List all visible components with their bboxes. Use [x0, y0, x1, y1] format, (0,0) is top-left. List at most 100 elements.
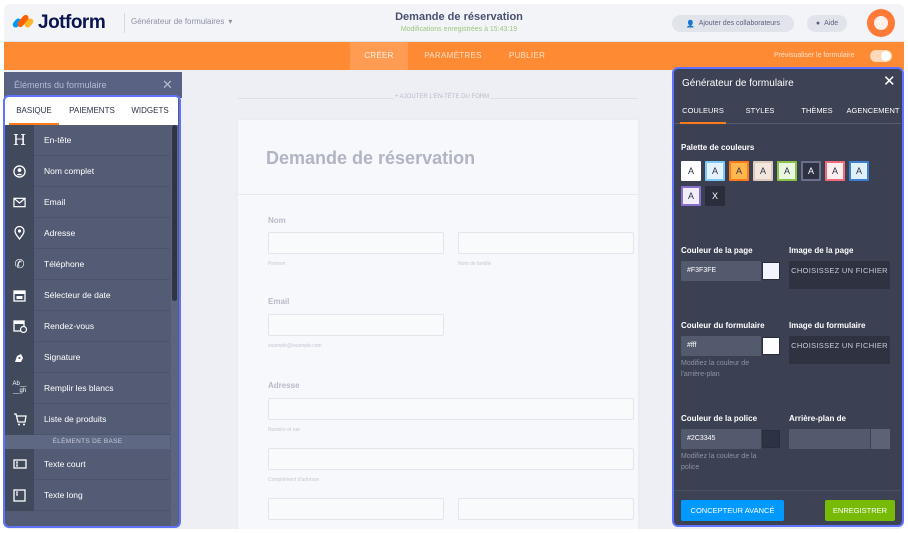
- element-full-name[interactable]: Nom complet: [5, 155, 170, 187]
- user-icon: 👤: [685, 20, 695, 28]
- city-input[interactable]: [268, 498, 444, 520]
- street-input[interactable]: [268, 398, 634, 420]
- tab-publish[interactable]: PUBLIER: [498, 42, 556, 70]
- builder-nav: CRÉER PARAMÈTRES PUBLIER Prévisualiser l…: [4, 42, 904, 70]
- element-label: Adresse: [44, 228, 76, 238]
- tab-create[interactable]: CRÉER: [350, 42, 408, 70]
- tab-payments[interactable]: PAIEMENTS: [65, 97, 119, 125]
- element-label: Texte court: [44, 459, 86, 469]
- breadcrumb[interactable]: Générateur de formulaires ▾: [131, 17, 232, 26]
- tab-basic[interactable]: BASIQUE: [9, 97, 59, 125]
- element-address[interactable]: Adresse: [5, 217, 170, 249]
- background-label: Arrière-plan de: [789, 414, 846, 423]
- avatar[interactable]: [867, 9, 895, 37]
- select-arrow[interactable]: [870, 429, 890, 449]
- map-pin-icon: [5, 217, 34, 249]
- first-name-sublabel: Prénom: [268, 261, 286, 267]
- background-select[interactable]: [789, 429, 890, 449]
- jotform-logo[interactable]: Jotform: [11, 12, 106, 34]
- breadcrumb-label: Générateur de formulaires: [131, 17, 225, 26]
- colors-settings: Palette de couleurs AAAAAAAAAX Couleur d…: [674, 125, 901, 490]
- form-color-label: Couleur du formulaire: [681, 321, 765, 330]
- close-icon[interactable]: ✕: [883, 72, 896, 90]
- palette-swatch[interactable]: A: [801, 161, 821, 181]
- palette-swatch[interactable]: A: [729, 161, 749, 181]
- calendar-icon: [5, 279, 34, 311]
- element-label: Téléphone: [44, 259, 85, 269]
- street-sublabel: Numéro et rue: [268, 427, 300, 433]
- form-color-swatch[interactable]: [762, 337, 780, 355]
- add-collaborators-label: Ajouter des collaborateurs: [698, 20, 781, 27]
- form-elements-panel: BASIQUE PAIEMENTS WIDGETS H En-tête Nom …: [3, 95, 181, 528]
- street2-input[interactable]: [268, 448, 634, 470]
- element-email[interactable]: Email: [5, 186, 170, 218]
- element-label: Nom complet: [44, 166, 95, 176]
- state-input[interactable]: [458, 498, 634, 520]
- element-label: Sélecteur de date: [44, 290, 111, 300]
- palette-swatch[interactable]: A: [705, 161, 725, 181]
- add-collaborators-button[interactable]: 👤 Ajouter des collaborateurs: [672, 15, 794, 32]
- form-elements-tabs: BASIQUE PAIEMENTS WIDGETS: [5, 97, 178, 125]
- font-color-swatch[interactable]: [762, 430, 780, 448]
- element-label: Texte long: [44, 490, 83, 500]
- element-label: En-tête: [44, 135, 72, 145]
- tab-settings[interactable]: PARAMÈTRES: [414, 42, 492, 70]
- palette-swatch[interactable]: A: [825, 161, 845, 181]
- save-button[interactable]: ENREGISTRER: [825, 500, 895, 521]
- last-name-input[interactable]: [458, 232, 634, 254]
- toggle-knob: [881, 51, 891, 61]
- element-heading[interactable]: H En-tête: [5, 124, 170, 156]
- palette-swatch[interactable]: A: [681, 161, 701, 181]
- preview-toggle[interactable]: [870, 50, 892, 62]
- divider: [238, 194, 638, 195]
- form-card: Demande de réservation Nom Prénom Nom de…: [238, 120, 638, 529]
- form-title[interactable]: Demande de réservation: [359, 11, 559, 23]
- email-label: Email: [268, 297, 290, 306]
- element-phone[interactable]: ✆ Téléphone: [5, 248, 170, 280]
- tab-colors[interactable]: COULEURS: [680, 97, 726, 124]
- element-appointment[interactable]: Rendez-vous: [5, 310, 170, 342]
- tab-widgets[interactable]: WIDGETS: [125, 97, 175, 125]
- tab-styles[interactable]: STYLES: [740, 97, 780, 124]
- page-color-input[interactable]: #F3F3FE: [681, 261, 761, 281]
- palette-swatch[interactable]: X: [705, 186, 725, 206]
- element-product-list[interactable]: Liste de produits: [5, 403, 170, 435]
- element-label: Email: [44, 197, 66, 207]
- element-short-text[interactable]: Texte court: [5, 448, 170, 480]
- add-form-header-link[interactable]: + AJOUTER L'EN-TÊTE DU FORM: [394, 94, 490, 100]
- appointment-icon: [5, 310, 34, 342]
- email-input[interactable]: [268, 314, 444, 336]
- street2-sublabel: Complément d'adresse: [268, 477, 320, 483]
- element-list-scrollbar[interactable]: [171, 125, 178, 526]
- section-basic-elements: ÉLÉMENTS DE BASE: [5, 435, 170, 449]
- scrollbar-thumb[interactable]: [172, 125, 177, 301]
- form-color-input[interactable]: #fff: [681, 336, 761, 356]
- palette-swatch[interactable]: A: [849, 161, 869, 181]
- element-signature[interactable]: Signature: [5, 341, 170, 373]
- element-date-picker[interactable]: Sélecteur de date: [5, 279, 170, 311]
- form-image-upload-button[interactable]: CHOISISSEZ UN FICHIER: [789, 336, 890, 364]
- page-image-label: Image de la page: [789, 246, 854, 255]
- font-color-hint: Modifiez la couleur de la police: [681, 453, 757, 471]
- palette-swatch[interactable]: A: [681, 186, 701, 206]
- help-label: Aide: [824, 20, 839, 27]
- advanced-designer-button[interactable]: CONCEPTEUR AVANCÉ: [681, 500, 784, 521]
- page-color-label: Couleur de la page: [681, 246, 753, 255]
- palette-swatch[interactable]: A: [753, 161, 773, 181]
- help-icon: ●: [815, 20, 821, 27]
- palette-swatch[interactable]: A: [777, 161, 797, 181]
- help-button[interactable]: ● Aide: [807, 15, 847, 32]
- tab-layout[interactable]: AGENCEMENT: [846, 97, 900, 124]
- email-sublabel: example@example.com: [268, 343, 322, 349]
- font-color-input[interactable]: #2C3345: [681, 429, 761, 449]
- form-heading[interactable]: Demande de réservation: [266, 148, 475, 169]
- page-image-upload-button[interactable]: CHOISISSEZ UN FICHIER: [789, 261, 890, 289]
- element-fill-blanks[interactable]: Ab__ __gh Remplir les blancs: [5, 372, 170, 404]
- element-long-text[interactable]: Texte long: [5, 479, 170, 511]
- form-designer-header: Générateur de formulaire ✕: [674, 69, 901, 95]
- close-icon[interactable]: ✕: [162, 77, 173, 93]
- page-color-swatch[interactable]: [762, 262, 780, 280]
- form-designer-panel: Générateur de formulaire ✕ COULEURS STYL…: [672, 67, 904, 527]
- first-name-input[interactable]: [268, 232, 444, 254]
- tab-themes[interactable]: THÈMES: [798, 97, 836, 124]
